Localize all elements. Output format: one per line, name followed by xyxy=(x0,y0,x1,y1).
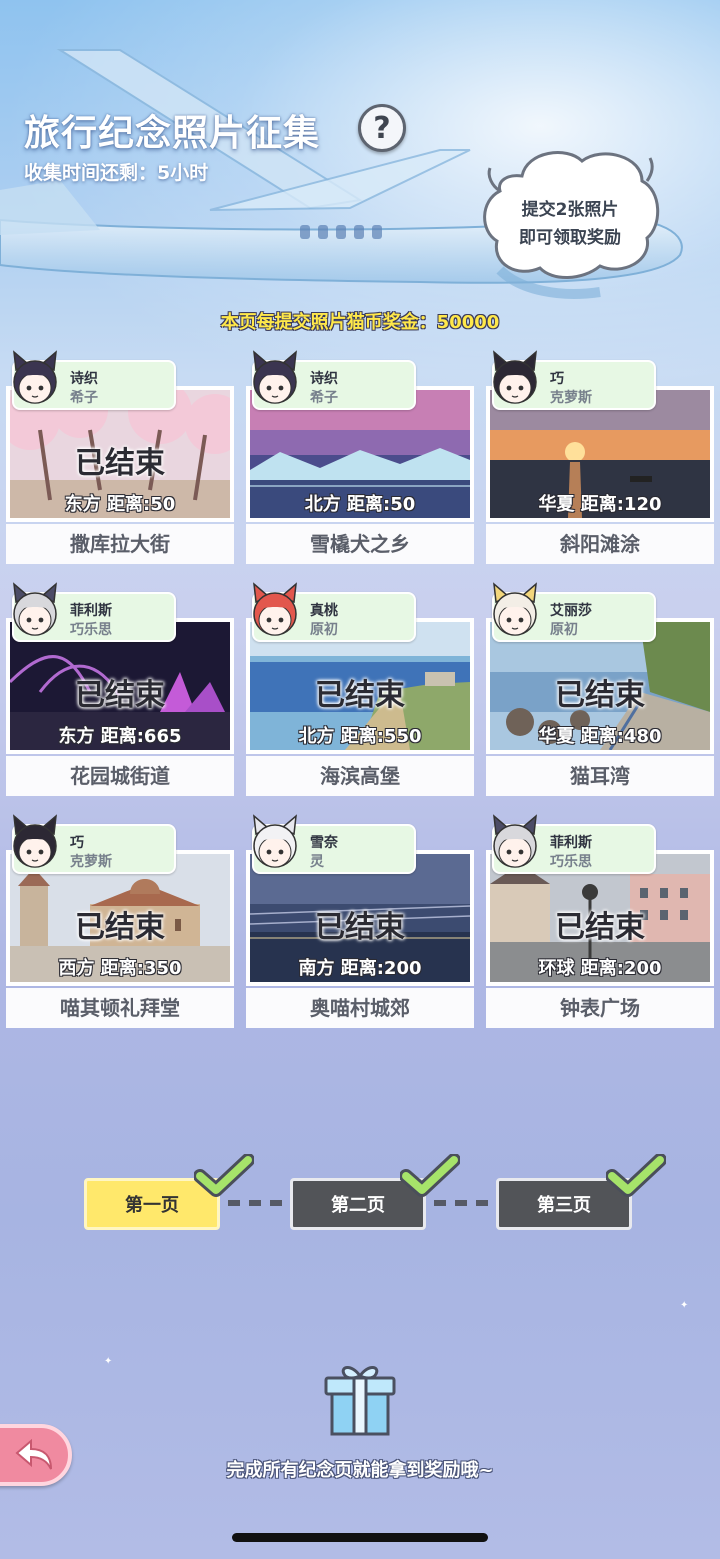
character-avatar-icon xyxy=(8,350,62,410)
character-avatar-icon xyxy=(8,814,62,874)
distance-label: 华夏 距离:120 xyxy=(538,494,662,515)
character-name: 诗织 xyxy=(70,371,98,387)
location-name: 奥喵村城郊 xyxy=(246,988,474,1028)
distance-label: 华夏 距离:480 xyxy=(538,726,662,747)
ended-label: 已结束 xyxy=(315,678,405,713)
character-name: 真桃 xyxy=(310,603,338,619)
character-avatar-icon xyxy=(248,582,302,642)
character-partner: 巧乐思 xyxy=(70,622,112,638)
character-avatar-icon xyxy=(488,350,542,410)
page-title: 旅行纪念照片征集 xyxy=(24,113,321,154)
check-icon xyxy=(194,1154,254,1197)
location-name: 雪橇犬之乡 xyxy=(246,524,474,564)
ended-label: 已结束 xyxy=(75,910,165,945)
character-name: 菲利斯 xyxy=(70,603,112,619)
back-arrow-icon xyxy=(15,1439,52,1470)
distance-label: 北方 距离:550 xyxy=(298,726,422,747)
page-selector: 第一页 第二页 第三页 xyxy=(0,1150,720,1240)
photo-card[interactable]: 华夏 距离:120 斜阳滩涂 巧 克萝斯 xyxy=(486,350,714,564)
photo-card[interactable]: 已结束 华夏 距离:480 猫耳湾 艾丽莎 原初 xyxy=(486,582,714,796)
character-name: 菲利斯 xyxy=(550,835,592,851)
distance-label: 东方 距离:50 xyxy=(64,494,176,515)
character-avatar-icon xyxy=(248,814,302,874)
location-name: 花园城街道 xyxy=(6,756,234,796)
home-indicator[interactable] xyxy=(232,1533,488,1542)
distance-label: 北方 距离:50 xyxy=(304,494,416,515)
distance-label: 西方 距离:350 xyxy=(58,958,182,979)
hint-line-2: 即可领取奖励 xyxy=(519,228,621,248)
distance-label: 环球 距离:200 xyxy=(538,958,662,979)
character-avatar-icon xyxy=(488,582,542,642)
ended-label: 已结束 xyxy=(315,910,405,945)
location-name: 喵其顿礼拜堂 xyxy=(6,988,234,1028)
character-name: 巧 xyxy=(550,371,564,387)
character-partner: 希子 xyxy=(70,390,98,406)
check-icon xyxy=(400,1154,460,1197)
distance-label: 东方 距离:665 xyxy=(58,726,182,747)
location-name: 钟表广场 xyxy=(486,988,714,1028)
character-avatar-icon xyxy=(488,814,542,874)
gift-icon[interactable] xyxy=(322,1362,398,1438)
character-partner: 克萝斯 xyxy=(70,854,112,870)
location-name: 斜阳滩涂 xyxy=(486,524,714,564)
reward-hint: 完成所有纪念页就能拿到奖励哦~ xyxy=(226,1460,494,1481)
character-partner: 原初 xyxy=(550,622,578,638)
distance-label: 南方 距离:200 xyxy=(298,958,422,979)
character-avatar-icon xyxy=(8,582,62,642)
bonus-banner: 本页每提交照片猫币奖金：50000 xyxy=(220,312,500,333)
sparkle-icon: ✦ xyxy=(680,1300,689,1311)
back-button[interactable] xyxy=(0,1424,72,1486)
character-name: 诗织 xyxy=(310,371,338,387)
character-name: 巧 xyxy=(70,835,84,851)
character-partner: 原初 xyxy=(310,622,338,638)
sparkle-icon: ✦ xyxy=(104,1356,113,1367)
hint-line-1: 提交2张照片 xyxy=(521,200,619,220)
ended-label: 已结束 xyxy=(555,910,645,945)
ended-label: 已结束 xyxy=(75,678,165,713)
character-partner: 巧乐思 xyxy=(550,854,592,870)
photo-card[interactable]: 已结束 北方 距离:550 海滨高堡 真桃 原初 xyxy=(246,582,474,796)
ended-label: 已结束 xyxy=(555,678,645,713)
character-partner: 希子 xyxy=(310,390,338,406)
check-icon xyxy=(606,1154,666,1197)
hint-bubble-text: 提交2张照片 即可领取奖励 xyxy=(500,196,640,252)
help-button[interactable]: ? xyxy=(358,104,406,152)
photo-card[interactable]: 已结束 西方 距离:350 喵其顿礼拜堂 巧 克萝斯 xyxy=(6,814,234,1028)
location-name: 猫耳湾 xyxy=(486,756,714,796)
countdown-text: 收集时间还剩：5小时 xyxy=(24,162,209,184)
pager-connector xyxy=(228,1200,282,1206)
photo-card[interactable]: 已结束 南方 距离:200 奥喵村城郊 雪奈 灵 xyxy=(246,814,474,1028)
photo-card[interactable]: 已结束 环球 距离:200 钟表广场 菲利斯 巧乐思 xyxy=(486,814,714,1028)
location-name: 海滨高堡 xyxy=(246,756,474,796)
character-partner: 克萝斯 xyxy=(550,390,592,406)
photo-card[interactable]: 已结束 东方 距离:665 花园城街道 菲利斯 巧乐思 xyxy=(6,582,234,796)
character-partner: 灵 xyxy=(310,854,324,870)
ended-label: 已结束 xyxy=(75,446,165,481)
location-name: 撒库拉大街 xyxy=(6,524,234,564)
character-avatar-icon xyxy=(248,350,302,410)
photo-card[interactable]: 北方 距离:50 雪橇犬之乡 诗织 希子 xyxy=(246,350,474,564)
character-name: 艾丽莎 xyxy=(550,603,592,619)
pager-connector xyxy=(434,1200,488,1206)
character-name: 雪奈 xyxy=(310,835,338,851)
photo-card[interactable]: 已结束 东方 距离:50 撒库拉大街 诗织 希子 xyxy=(6,350,234,564)
